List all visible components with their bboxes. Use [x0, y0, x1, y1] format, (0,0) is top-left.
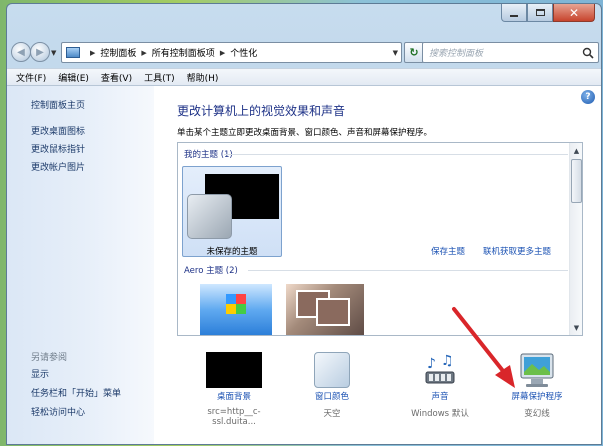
breadcrumb-personalization[interactable]: 个性化: [230, 46, 257, 59]
sidebar-change-desktop-icons[interactable]: 更改桌面图标: [31, 124, 85, 137]
menu-tools[interactable]: 工具(T): [138, 71, 181, 84]
refresh-button[interactable]: ↻: [404, 42, 424, 63]
window-color-link[interactable]: 窗口颜色: [284, 390, 380, 402]
address-row: ◀ ▶ ▼ ▶ 控制面板 ▶ 所有控制面板项 ▶ 个性化 ▼ ↻ 搜索控制面板: [7, 41, 601, 65]
desktop-background-value: src=http__c-ssl.duita...: [207, 407, 261, 427]
desktop-background-link[interactable]: 桌面背景: [186, 390, 282, 402]
scroll-thumb[interactable]: [571, 159, 582, 203]
recent-pages-dropdown[interactable]: ▼: [51, 49, 56, 57]
theme-settings-bar: 桌面背景 src=http__c-ssl.duita... 窗口颜色 天空 ♪ …: [154, 344, 601, 444]
address-bar[interactable]: ▶ 控制面板 ▶ 所有控制面板项 ▶ 个性化 ▼: [61, 42, 402, 63]
minimize-icon: [510, 14, 518, 17]
search-input[interactable]: 搜索控制面板: [422, 42, 599, 63]
desktop-background-item[interactable]: 桌面背景 src=http__c-ssl.duita...: [186, 344, 282, 427]
sidebar-control-panel-home[interactable]: 控制面板主页: [31, 98, 85, 111]
window-color-icon: [314, 352, 350, 388]
search-icon: [582, 47, 594, 59]
forward-button[interactable]: ▶: [30, 42, 50, 62]
refresh-icon: ↻: [409, 46, 419, 59]
search-placeholder: 搜索控制面板: [429, 49, 484, 59]
close-icon: ✕: [568, 5, 580, 20]
breadcrumb-separator[interactable]: ▶: [141, 49, 146, 57]
scroll-up-icon[interactable]: ▲: [570, 144, 582, 157]
window-color-item[interactable]: 窗口颜色 天空: [284, 344, 380, 419]
sidebar-change-account-picture[interactable]: 更改帐户图片: [31, 160, 85, 173]
forward-arrow-icon: ▶: [36, 46, 44, 58]
menu-file[interactable]: 文件(F): [10, 71, 52, 84]
breadcrumb-separator[interactable]: ▶: [90, 49, 95, 57]
breadcrumb-separator[interactable]: ▶: [220, 49, 225, 57]
unsaved-theme-label: 未保存的主题: [206, 247, 258, 257]
svg-text:♫: ♫: [441, 353, 454, 369]
aero-themes-heading: Aero 主题 (2): [184, 266, 238, 276]
close-button[interactable]: ✕: [553, 4, 595, 22]
personalization-window: ✕ ◀ ▶ ▼ ▶ 控制面板 ▶ 所有控制面板项 ▶ 个性化 ▼ ↻ 搜索控制面…: [6, 3, 602, 445]
unsaved-theme-tile[interactable]: 未保存的主题: [182, 166, 282, 257]
aero-theme-photos[interactable]: [286, 284, 364, 335]
menu-help[interactable]: 帮助(H): [181, 71, 225, 84]
sounds-link[interactable]: 声音: [392, 390, 488, 402]
sounds-icon: ♪ ♫: [425, 353, 455, 384]
svg-text:♪: ♪: [427, 356, 436, 372]
maximize-icon: [535, 9, 545, 16]
see-also-display[interactable]: 显示: [31, 367, 49, 380]
screen-saver-value: 变幻线: [524, 409, 550, 419]
see-also-taskbar[interactable]: 任务栏和「开始」菜单: [31, 386, 121, 399]
windows-logo-icon: [226, 294, 246, 314]
sidebar: 控制面板主页 更改桌面图标 更改鼠标指针 更改帐户图片 另请参阅 显示 任务栏和…: [7, 86, 154, 444]
address-dropdown[interactable]: ▼: [393, 49, 398, 57]
menu-edit[interactable]: 编辑(E): [52, 71, 95, 84]
see-also-heading: 另请参阅: [31, 353, 68, 363]
control-panel-icon: [66, 47, 80, 58]
menu-view[interactable]: 查看(V): [95, 71, 138, 84]
content-area: 控制面板主页 更改桌面图标 更改鼠标指针 更改帐户图片 另请参阅 显示 任务栏和…: [7, 86, 601, 444]
theme-window-color-thumbnail: [187, 194, 232, 239]
screen-saver-link[interactable]: 屏幕保护程序: [489, 390, 585, 402]
screen-saver-item[interactable]: 屏幕保护程序 变幻线: [489, 344, 585, 419]
screen-saver-icon: [520, 353, 554, 387]
help-icon[interactable]: ?: [581, 90, 595, 104]
divider: [248, 270, 568, 271]
theme-list-scrollbar[interactable]: ▲ ▼: [569, 143, 582, 335]
sidebar-change-mouse-pointers[interactable]: 更改鼠标指针: [31, 142, 85, 155]
caption-buttons: ✕: [501, 4, 595, 22]
see-also-ease-of-access[interactable]: 轻松访问中心: [31, 405, 85, 418]
aero-theme-windows7[interactable]: [200, 284, 272, 335]
get-more-themes-link[interactable]: 联机获取更多主题: [483, 245, 551, 257]
menu-bar: 文件(F) 编辑(E) 查看(V) 工具(T) 帮助(H): [7, 68, 601, 86]
scroll-down-icon[interactable]: ▼: [570, 321, 582, 334]
page-subtitle: 单击某个主题立即更改桌面背景、窗口颜色、声音和屏幕保护程序。: [177, 128, 433, 138]
save-theme-link[interactable]: 保存主题: [431, 245, 465, 257]
maximize-button[interactable]: [527, 4, 553, 22]
theme-list[interactable]: 我的主题 (1) 未保存的主题 保存主题 联机获取更多主题 Aero 主题 (2…: [177, 142, 583, 336]
minimize-button[interactable]: [501, 4, 527, 22]
breadcrumb-all-items[interactable]: 所有控制面板项: [152, 46, 215, 59]
breadcrumb-control-panel[interactable]: 控制面板: [100, 46, 136, 59]
desktop-background-icon: [206, 352, 262, 388]
divider: [224, 154, 568, 155]
photo-thumbnail: [316, 298, 350, 326]
window-color-value: 天空: [323, 409, 341, 419]
back-arrow-icon: ◀: [17, 46, 25, 58]
main-panel: ? 更改计算机上的视觉效果和声音 单击某个主题立即更改桌面背景、窗口颜色、声音和…: [154, 86, 601, 444]
page-title: 更改计算机上的视觉效果和声音: [177, 104, 346, 118]
sounds-item[interactable]: ♪ ♫ 声音 Windows 默认: [392, 344, 488, 419]
sounds-value: Windows 默认: [411, 409, 469, 419]
back-button[interactable]: ◀: [11, 42, 31, 62]
